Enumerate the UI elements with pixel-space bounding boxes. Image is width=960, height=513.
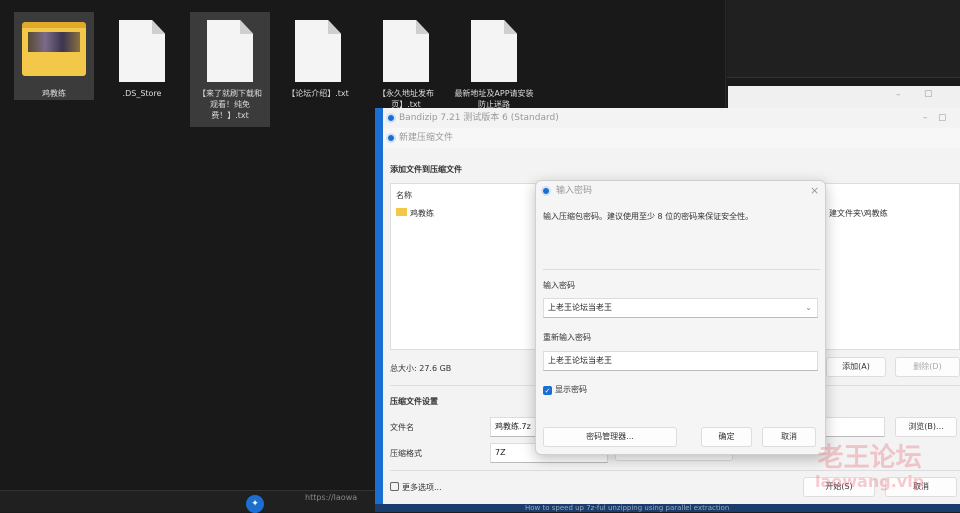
file-label: 【永久地址发布页】.txt	[378, 89, 434, 109]
bottom-bar: How to speed up 7z-ful unzipping using p…	[375, 504, 960, 512]
checkbox-icon	[390, 482, 399, 491]
file-item-selected[interactable]: 【来了就刷下载和观看！纯免费！】.txt	[190, 12, 270, 127]
password-combobox[interactable]: 上老王论坛当老王 ⌄	[543, 298, 818, 318]
browse-button[interactable]: 浏览(B)...	[895, 417, 957, 437]
chevron-down-icon[interactable]: ⌄	[805, 299, 812, 317]
file-item[interactable]: 最新地址及APP请安装防止迷路	[454, 12, 534, 110]
password-value: 上老王论坛当老王	[548, 303, 612, 312]
path-input[interactable]	[820, 417, 885, 437]
more-options-checkbox[interactable]: 更多选项...	[390, 482, 442, 493]
text-file-icon	[295, 20, 341, 82]
file-item[interactable]: 【永久地址发布页】.txt	[366, 12, 446, 110]
description: 输入压缩包密码。建议使用至少 8 位的密码来保证安全性。	[543, 212, 754, 221]
dialog-title: 新建压缩文件	[399, 133, 454, 143]
checkmark-icon: ✓	[543, 386, 552, 395]
text-file-icon	[383, 20, 429, 82]
text-file-icon	[207, 20, 253, 82]
app-icon[interactable]: ✦	[246, 495, 264, 513]
show-password-checkbox[interactable]: ✓ 显示密码	[543, 384, 587, 395]
add-files-heading: 添加文件到压缩文件	[390, 165, 462, 174]
password-dialog: 输入密码 × 输入压缩包密码。建议使用至少 8 位的密码来保证安全性。 输入密码…	[535, 180, 826, 455]
file-label: .DS_Store	[122, 89, 162, 98]
dialog-title: 输入密码	[556, 186, 593, 196]
delete-button[interactable]: 删除(D)	[895, 357, 960, 377]
dialog-titlebar: 新建压缩文件	[383, 128, 960, 148]
password-label: 输入密码	[543, 281, 575, 290]
maximize-icon[interactable]: ▢	[938, 108, 947, 128]
text-file-icon	[471, 20, 517, 82]
path-text: 建文件夹\鸡教练	[829, 209, 888, 218]
folder-icon	[22, 22, 86, 76]
divider	[543, 269, 820, 270]
file-icon	[119, 20, 165, 82]
file-label: 最新地址及APP请安装防止迷路	[454, 89, 534, 109]
list-item[interactable]: 鸡教练	[396, 208, 434, 219]
password-manager-button[interactable]: 密码管理器...	[543, 427, 677, 447]
file-item[interactable]: 【论坛介绍】.txt	[278, 12, 358, 99]
background-window-titlebar: – ▢	[728, 86, 960, 108]
add-button[interactable]: 添加(A)	[826, 357, 886, 377]
reenter-password-input[interactable]: 上老王论坛当老王	[543, 351, 818, 371]
close-icon[interactable]: ×	[810, 181, 819, 201]
bandizip-icon	[541, 186, 551, 196]
dialog-titlebar: 输入密码 ×	[536, 181, 825, 201]
file-item-folder[interactable]: 鸡教练	[14, 12, 94, 100]
minimize-icon[interactable]: –	[896, 90, 901, 100]
bandizip-icon	[386, 133, 396, 143]
window-titlebar: Bandizip 7.21 测试版本 6 (Standard) – ▢	[383, 108, 960, 128]
window-title: Bandizip 7.21 测试版本 6 (Standard)	[399, 113, 559, 123]
file-label: 【来了就刷下载和观看！纯免费！】.txt	[198, 89, 262, 120]
minimize-icon[interactable]: –	[923, 108, 928, 128]
reenter-label: 重新输入密码	[543, 333, 591, 342]
folder-icon	[396, 208, 407, 216]
url-text: https://laowa	[305, 493, 358, 502]
file-item[interactable]: .DS_Store	[102, 12, 182, 99]
watermark: 老王论坛 laowang.vip	[815, 443, 925, 491]
file-label: 鸡教练	[42, 89, 66, 98]
format-label: 压缩格式	[390, 449, 422, 458]
settings-heading: 压缩文件设置	[390, 397, 438, 406]
total-size: 总大小: 27.6 GB	[390, 364, 452, 373]
file-label: 【论坛介绍】.txt	[287, 89, 349, 98]
maximize-icon[interactable]: ▢	[924, 89, 933, 99]
column-header-name[interactable]: 名称	[396, 190, 412, 201]
cancel-button[interactable]: 取消	[762, 427, 816, 447]
ok-button[interactable]: 确定	[701, 427, 752, 447]
background-window	[727, 0, 960, 78]
filename-label: 文件名	[390, 423, 414, 432]
bandizip-icon	[386, 113, 396, 123]
